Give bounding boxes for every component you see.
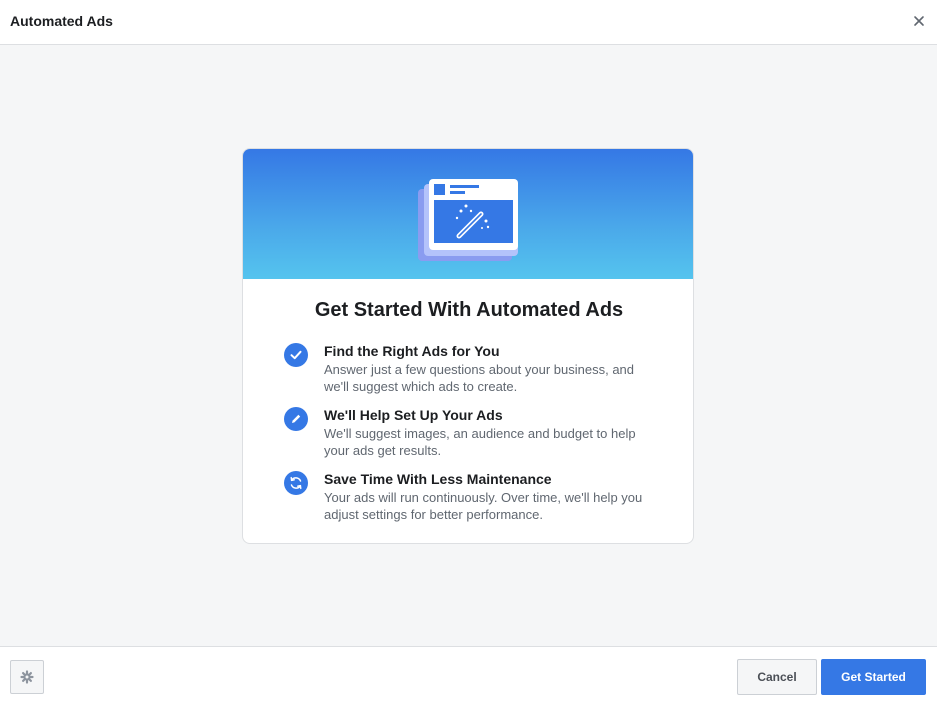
close-icon[interactable] xyxy=(911,13,927,29)
card-banner xyxy=(243,149,693,279)
dialog-content: Get Started With Automated Ads Find the … xyxy=(0,45,937,646)
feature-title: Save Time With Less Maintenance xyxy=(324,471,552,487)
feature-description: Your ads will run continuously. Over tim… xyxy=(324,490,643,522)
dialog-title: Automated Ads xyxy=(10,13,113,29)
dialog-header: Automated Ads xyxy=(0,0,937,45)
card-title: Get Started With Automated Ads xyxy=(314,299,624,321)
checkmark-icon xyxy=(284,343,308,367)
dialog-footer: Cancel Get Started xyxy=(0,646,937,707)
refresh-icon xyxy=(284,471,308,495)
feature-title: We'll Help Set Up Your Ads xyxy=(324,407,503,423)
feature-description: We'll suggest images, an audience and bu… xyxy=(324,426,636,458)
close-button[interactable] xyxy=(911,13,927,29)
pencil-icon xyxy=(284,407,308,431)
intro-card: Get Started With Automated Ads Find the … xyxy=(242,148,694,544)
feature-title: Find the Right Ads for You xyxy=(324,343,500,359)
cancel-button[interactable]: Cancel xyxy=(737,659,817,695)
get-started-button[interactable]: Get Started xyxy=(821,659,926,695)
settings-button[interactable] xyxy=(10,660,44,694)
gear-icon[interactable] xyxy=(20,670,34,684)
magic-wand-ad-icon xyxy=(418,179,518,261)
feature-description: Answer just a few questions about your b… xyxy=(324,362,635,394)
